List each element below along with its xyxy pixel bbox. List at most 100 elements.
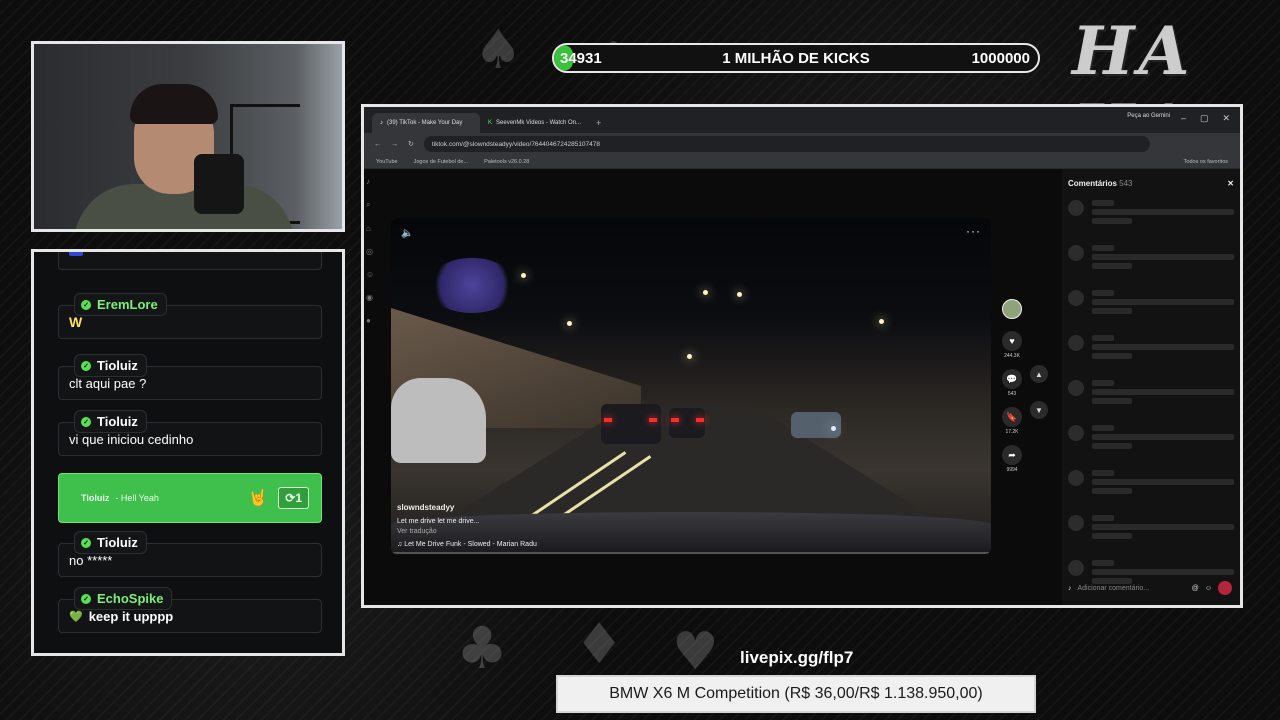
skeleton-lines: [1092, 515, 1234, 542]
address-bar-row: ← → ↻ tiktok.com/@slowndsteadyy/video/76…: [364, 133, 1240, 155]
green-heart-icon: 💚: [69, 610, 83, 623]
comments-panel: Comentários 543 ✕ ♪ Adicionar comentário…: [1062, 169, 1240, 605]
browser-window: ♪ (39) TikTok - Make Your Day K SeevenMk V…: [361, 104, 1243, 608]
reload-icon[interactable]: ↻: [408, 140, 414, 148]
video-oncoming-car: [791, 412, 841, 438]
kicks-goal-bar: 34931 1 MILHÃO DE KICKS 1000000: [552, 43, 1040, 73]
gemini-button[interactable]: Peça ao Gemini: [1127, 113, 1170, 119]
home-icon[interactable]: ⌂: [366, 224, 376, 233]
window-controls: – ▢ ✕: [1181, 113, 1230, 124]
verified-icon: ✓: [81, 593, 91, 604]
comment-skeleton: [1068, 200, 1234, 227]
tiktok-logo-icon[interactable]: ♪: [366, 177, 376, 186]
comment-input-row: ♪ Adicionar comentário... @ ☺: [1068, 581, 1232, 595]
heart-icon: ♥: [672, 622, 719, 682]
forward-icon[interactable]: →: [391, 141, 398, 148]
street-lamp: [703, 290, 708, 295]
emoji-icon[interactable]: ☺: [1205, 585, 1212, 592]
like-icon[interactable]: ♥: [1002, 331, 1022, 351]
close-comments-icon[interactable]: ✕: [1227, 179, 1234, 188]
share-icon[interactable]: ➦: [1002, 445, 1022, 465]
video-tail-light: [671, 418, 679, 422]
tiktok-icon: ♪: [380, 120, 383, 126]
tiktok-page: ♪ ⌕ ⌂ ◎ ☺ ◉ ● 🔈 ··· slowndsteadyy Let me…: [364, 169, 1240, 605]
see-translation-link[interactable]: Ver tradução: [397, 528, 537, 535]
bookmark-icon[interactable]: 🔖: [1002, 407, 1022, 427]
comment-skeleton: [1068, 425, 1234, 452]
mute-icon[interactable]: 🔈: [401, 228, 413, 239]
street-lamp: [567, 321, 572, 326]
chat-username-tag: ✓ EchoSpike: [74, 587, 173, 610]
skeleton-lines: [1092, 335, 1234, 362]
chat-message: ✓ Tioluiz vi que iniciou cedinho: [58, 410, 322, 456]
highlight-text: - Hell Yeah: [115, 493, 159, 503]
video-tail-light: [649, 418, 657, 422]
send-comment-button[interactable]: [1218, 581, 1232, 595]
all-bookmarks[interactable]: Todos os favoritos: [1184, 159, 1228, 165]
search-icon[interactable]: ⌕: [366, 200, 376, 210]
next-video-button[interactable]: ▼: [1030, 401, 1048, 419]
comment-icon[interactable]: 💬: [1002, 369, 1022, 389]
tiktok-sidebar: ♪ ⌕ ⌂ ◎ ☺ ◉ ●: [366, 177, 376, 325]
close-window-button[interactable]: ✕: [1222, 113, 1230, 124]
tab-videos[interactable]: K SeevenMk Videos - Watch On...: [480, 113, 588, 133]
street-lamp: [879, 319, 884, 324]
video-author[interactable]: slowndsteadyy: [397, 503, 537, 512]
like-count: 244.3K: [1004, 353, 1020, 359]
video-tree: [427, 258, 517, 313]
url-field[interactable]: tiktok.com/@slowndsteadyy/video/76440467…: [423, 136, 1150, 152]
skeleton-lines: [1092, 470, 1234, 497]
minimize-button[interactable]: –: [1181, 113, 1186, 124]
goal-target: 1000000: [971, 50, 1030, 67]
live-icon[interactable]: ◉: [366, 293, 376, 302]
skeleton-avatar: [1068, 560, 1084, 576]
skeleton-lines: [1092, 290, 1234, 317]
bookmark-paletools[interactable]: Paletools v26.0.28: [484, 159, 529, 165]
kick-icon: K: [488, 120, 493, 126]
author-avatar[interactable]: [1002, 299, 1022, 319]
comment-skeleton: [1068, 515, 1234, 542]
video-sound[interactable]: ♫ Let Me Drive Funk - Slowed - Marian Ra…: [397, 541, 537, 548]
chat-message: ✓ EremLore W: [58, 293, 322, 339]
video-navigation: ▲ ▼: [1030, 365, 1048, 419]
back-icon[interactable]: ←: [374, 141, 381, 148]
comments-header: Comentários 543 ✕: [1068, 179, 1234, 188]
add-comment-input[interactable]: Adicionar comentário...: [1078, 585, 1186, 592]
video-car: [669, 408, 705, 438]
verified-icon: ✓: [81, 416, 91, 427]
chat-message: ✓ EchoSpike 💚 keep it upppp: [58, 587, 322, 633]
following-icon[interactable]: ☺: [366, 270, 376, 279]
tiktok-small-icon: ♪: [1068, 584, 1072, 592]
street-lamp: [687, 354, 692, 359]
skeleton-avatar: [1068, 515, 1084, 531]
skeleton-avatar: [1068, 425, 1084, 441]
mention-icon[interactable]: @: [1192, 585, 1199, 592]
comments-loading-list: [1068, 200, 1234, 587]
bookmark-jogos[interactable]: Jogos de Futebol de...: [414, 159, 468, 165]
skeleton-avatar: [1068, 470, 1084, 486]
chat-message: ✓ Tioluiz clt aqui pae ?: [58, 354, 322, 400]
skeleton-avatar: [1068, 380, 1084, 396]
more-options-icon[interactable]: ···: [966, 224, 981, 238]
new-tab-button[interactable]: +: [588, 113, 604, 133]
video-description: Let me drive let me drive...: [397, 518, 480, 525]
profile-icon[interactable]: ●: [366, 316, 376, 325]
tab-tiktok[interactable]: ♪ (39) TikTok - Make Your Day: [372, 113, 480, 133]
microphone: [194, 154, 244, 214]
chat-username-tag: ✓ Tioluiz: [74, 354, 147, 377]
skeleton-lines: [1092, 425, 1234, 452]
previous-video-button[interactable]: ▲: [1030, 365, 1048, 383]
video-tail-light: [604, 418, 612, 422]
chat-username-tag: ✓ Tioluiz: [74, 531, 147, 554]
verified-icon: ✓: [81, 299, 91, 310]
video-car: [601, 404, 661, 444]
webcam-person-hair: [130, 84, 218, 124]
maximize-button[interactable]: ▢: [1200, 113, 1209, 124]
comment-skeleton: [1068, 290, 1234, 317]
explore-icon[interactable]: ◎: [366, 247, 376, 256]
skeleton-avatar: [1068, 290, 1084, 306]
video-player[interactable]: 🔈 ··· slowndsteadyy Let me drive let me …: [391, 218, 991, 554]
skeleton-avatar: [1068, 245, 1084, 261]
bookmark-youtube[interactable]: YouTube: [376, 159, 398, 165]
video-progress-bar[interactable]: [391, 552, 991, 554]
